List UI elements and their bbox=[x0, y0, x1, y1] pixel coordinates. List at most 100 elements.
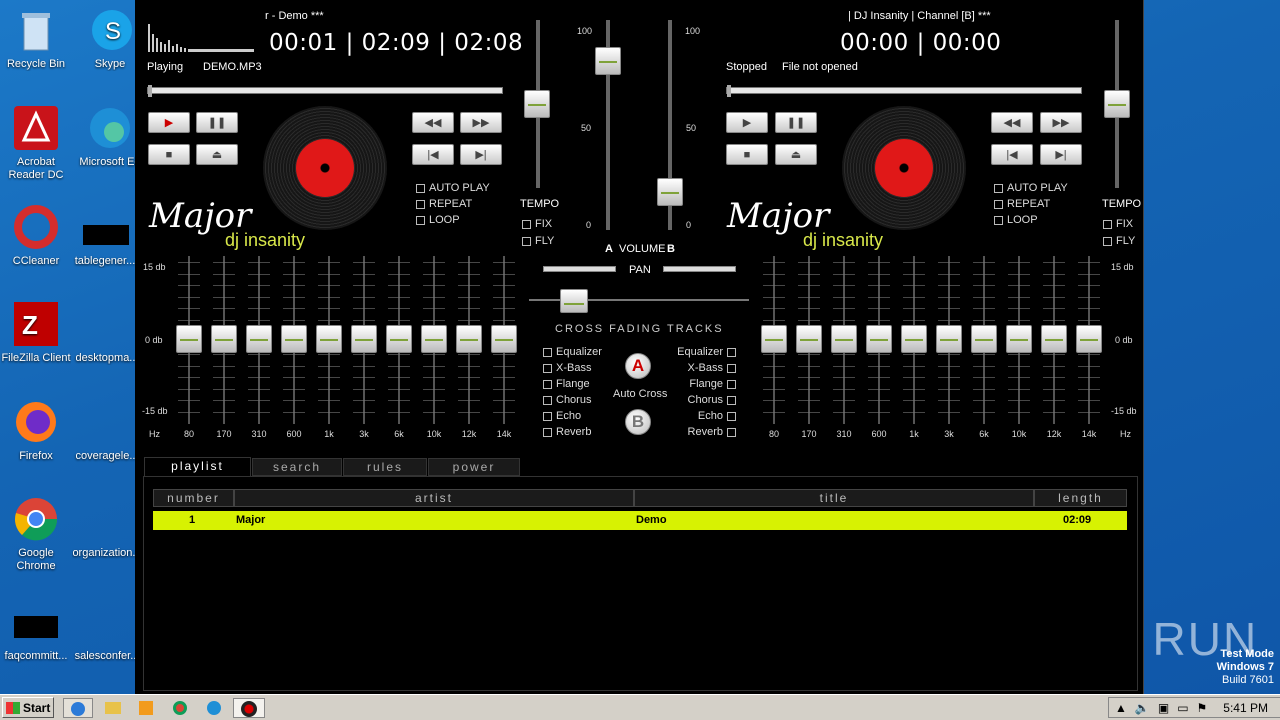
fx-a-xbass[interactable]: X-Bass bbox=[543, 362, 591, 374]
desktop-icon-firefox[interactable]: Firefox bbox=[1, 400, 71, 463]
volume-a-slider[interactable] bbox=[595, 47, 621, 75]
column-length[interactable]: length bbox=[1034, 489, 1127, 507]
deck-b-eject-button[interactable]: ⏏ bbox=[775, 144, 817, 165]
deck-b-forward-button[interactable]: ▶▶ bbox=[1040, 112, 1082, 133]
eq-band-slider-1k[interactable] bbox=[316, 325, 342, 353]
desktop-icon-recycle-bin[interactable]: Recycle Bin bbox=[1, 8, 71, 71]
deck-b-loop[interactable]: LOOP bbox=[994, 214, 1038, 226]
desktop-icon-chrome[interactable]: Google Chrome bbox=[1, 497, 71, 573]
fx-b-flange[interactable]: Flange bbox=[689, 378, 736, 390]
deck-b-rewind-button[interactable]: ◀◀ bbox=[991, 112, 1033, 133]
deck-b-autoplay[interactable]: AUTO PLAY bbox=[994, 182, 1068, 194]
eq-band-slider-310[interactable] bbox=[831, 325, 857, 353]
desktop-icon-tablegener[interactable]: tablegener... bbox=[70, 205, 140, 268]
tab-rules[interactable]: rules bbox=[343, 458, 427, 476]
pan-b-slider[interactable] bbox=[663, 266, 736, 272]
taskbar-edge-button[interactable] bbox=[200, 698, 230, 718]
deck-a-repeat[interactable]: REPEAT bbox=[416, 198, 472, 210]
eq-band-slider-14k[interactable] bbox=[1076, 325, 1102, 353]
deck-a-tempo-slider[interactable] bbox=[524, 90, 550, 118]
taskbar-chrome-button[interactable] bbox=[166, 698, 196, 718]
deck-a-rewind-button[interactable]: ◀◀ bbox=[412, 112, 454, 133]
clock[interactable]: 5:41 PM bbox=[1223, 701, 1268, 715]
deck-a-forward-button[interactable]: ▶▶ bbox=[460, 112, 502, 133]
fx-b-echo[interactable]: Echo bbox=[698, 410, 736, 422]
taskbar-explorer-button[interactable] bbox=[98, 698, 128, 718]
eq-band-slider-6k[interactable] bbox=[386, 325, 412, 353]
deck-a-loop[interactable]: LOOP bbox=[416, 214, 460, 226]
deck-a-progress[interactable] bbox=[147, 85, 503, 97]
crossfader-slider[interactable] bbox=[560, 289, 588, 313]
deck-b-play-button[interactable]: ▶ bbox=[726, 112, 768, 133]
deck-b-progress[interactable] bbox=[726, 85, 1082, 97]
column-artist[interactable]: artist bbox=[234, 489, 634, 507]
fx-a-echo[interactable]: Echo bbox=[543, 410, 581, 422]
eq-band-slider-6k[interactable] bbox=[971, 325, 997, 353]
monitor-icon[interactable]: ▭ bbox=[1177, 701, 1188, 715]
eq-band-slider-14k[interactable] bbox=[491, 325, 517, 353]
deck-a-autoplay[interactable]: AUTO PLAY bbox=[416, 182, 490, 194]
flag-icon[interactable]: ⚑ bbox=[1197, 701, 1208, 715]
deck-a-pause-button[interactable]: ❚❚ bbox=[196, 112, 238, 133]
deck-b-repeat[interactable]: REPEAT bbox=[994, 198, 1050, 210]
deck-a-eject-button[interactable]: ⏏ bbox=[196, 144, 238, 165]
deck-b-prev-button[interactable]: |◀ bbox=[991, 144, 1033, 165]
deck-b-fix[interactable]: FIX bbox=[1103, 218, 1133, 230]
deck-b-stop-button[interactable]: ■ bbox=[726, 144, 768, 165]
eq-band-slider-3k[interactable] bbox=[936, 325, 962, 353]
deck-a-next-button[interactable]: ▶| bbox=[460, 144, 502, 165]
eq-band-slider-1k[interactable] bbox=[901, 325, 927, 353]
deck-b-next-button[interactable]: ▶| bbox=[1040, 144, 1082, 165]
desktop-icon-salesconfer[interactable]: salesconfer... bbox=[72, 600, 142, 663]
fx-b-equalizer[interactable]: Equalizer bbox=[677, 346, 736, 358]
taskbar-dj-app-button[interactable] bbox=[233, 698, 265, 718]
fx-b-reverb[interactable]: Reverb bbox=[688, 426, 736, 438]
deck-a-progress-handle[interactable] bbox=[148, 85, 152, 97]
desktop-icon-filezilla[interactable]: Z FileZilla Client bbox=[1, 302, 71, 365]
network-icon[interactable]: ▣ bbox=[1158, 701, 1169, 715]
autocross-b-button[interactable]: B bbox=[625, 409, 651, 435]
taskbar-media-button[interactable] bbox=[132, 698, 162, 718]
desktop-icon-coveragele[interactable]: coveragele... bbox=[72, 400, 142, 463]
eq-band-slider-170[interactable] bbox=[796, 325, 822, 353]
taskbar-ie-button[interactable] bbox=[63, 698, 93, 718]
fx-a-chorus[interactable]: Chorus bbox=[543, 394, 591, 406]
desktop-icon-ccleaner[interactable]: CCleaner bbox=[1, 205, 71, 268]
tab-power[interactable]: power bbox=[428, 458, 520, 476]
deck-b-fly[interactable]: FLY bbox=[1103, 235, 1135, 247]
deck-b-pause-button[interactable]: ❚❚ bbox=[775, 112, 817, 133]
tray-arrow-icon[interactable]: ▲ bbox=[1115, 701, 1127, 715]
eq-band-slider-10k[interactable] bbox=[421, 325, 447, 353]
column-number[interactable]: number bbox=[153, 489, 234, 507]
tab-search[interactable]: search bbox=[252, 458, 342, 476]
autocross-a-button[interactable]: A bbox=[625, 353, 651, 379]
desktop-icon-faqcommitt[interactable]: faqcommitt... bbox=[1, 600, 71, 663]
table-row[interactable]: 1 Major Demo 02:09 bbox=[153, 511, 1127, 530]
fx-a-reverb[interactable]: Reverb bbox=[543, 426, 591, 438]
eq-band-slider-3k[interactable] bbox=[351, 325, 377, 353]
fx-b-chorus[interactable]: Chorus bbox=[688, 394, 736, 406]
column-title[interactable]: title bbox=[634, 489, 1034, 507]
start-button[interactable]: Start bbox=[2, 697, 54, 718]
deck-a-fly[interactable]: FLY bbox=[522, 235, 554, 247]
deck-a-prev-button[interactable]: |◀ bbox=[412, 144, 454, 165]
eq-band-slider-80[interactable] bbox=[761, 325, 787, 353]
deck-b-tempo-slider[interactable] bbox=[1104, 90, 1130, 118]
deck-a-fix[interactable]: FIX bbox=[522, 218, 552, 230]
eq-band-slider-600[interactable] bbox=[281, 325, 307, 353]
volume-icon[interactable]: 🔈 bbox=[1135, 701, 1150, 715]
eq-band-slider-80[interactable] bbox=[176, 325, 202, 353]
desktop-icon-acrobat[interactable]: Acrobat Reader DC bbox=[1, 106, 71, 182]
pan-a-slider[interactable] bbox=[543, 266, 616, 272]
eq-band-slider-600[interactable] bbox=[866, 325, 892, 353]
fx-a-flange[interactable]: Flange bbox=[543, 378, 590, 390]
eq-band-slider-310[interactable] bbox=[246, 325, 272, 353]
deck-b-progress-handle[interactable] bbox=[727, 85, 731, 97]
deck-a-stop-button[interactable]: ■ bbox=[148, 144, 190, 165]
eq-band-slider-12k[interactable] bbox=[456, 325, 482, 353]
fx-b-xbass[interactable]: X-Bass bbox=[688, 362, 736, 374]
volume-b-slider[interactable] bbox=[657, 178, 683, 206]
eq-band-slider-170[interactable] bbox=[211, 325, 237, 353]
fx-a-equalizer[interactable]: Equalizer bbox=[543, 346, 602, 358]
eq-band-slider-10k[interactable] bbox=[1006, 325, 1032, 353]
